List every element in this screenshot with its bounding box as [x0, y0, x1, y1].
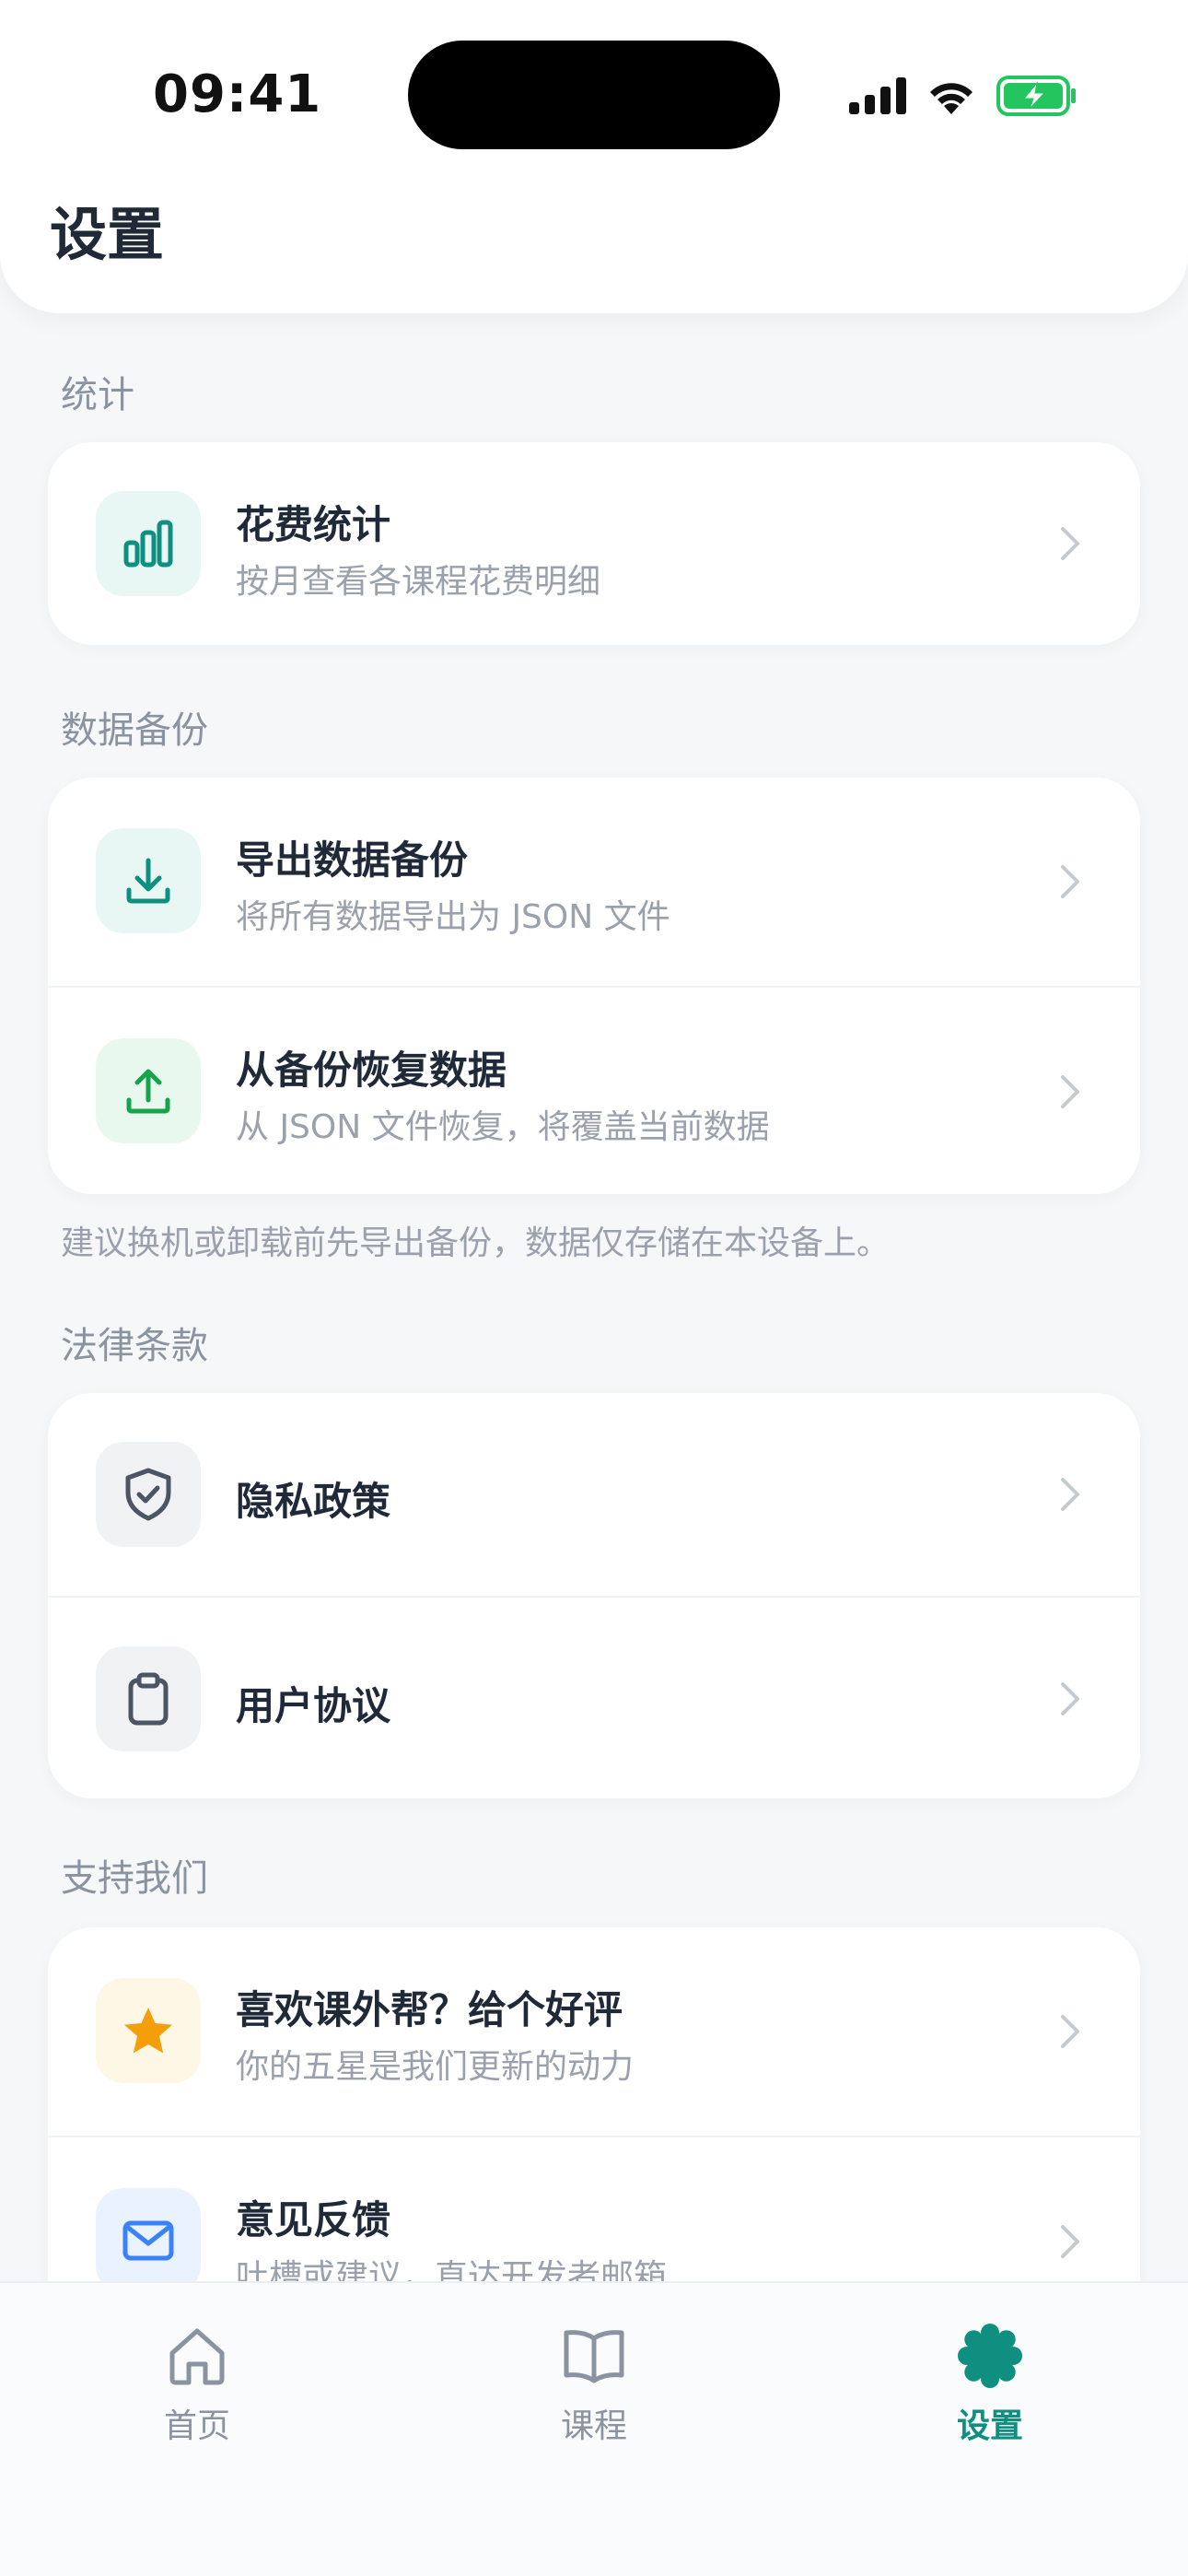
page-title: 设置	[50, 201, 165, 268]
row-title: 用户协议	[236, 1683, 391, 1728]
chevron-right-icon	[1061, 2015, 1079, 2048]
shield-check-icon	[96, 1442, 201, 1547]
tab-bar: 首页 课程 设置	[0, 2281, 1188, 2576]
clipboard-icon	[96, 1646, 201, 1751]
row-spending-stats[interactable]: 花费统计 按月查看各课程花费明细	[48, 442, 1140, 645]
row-feedback[interactable]: 意见反馈 吐槽或建议，直达开发者邮箱	[48, 2136, 1140, 2281]
tab-home[interactable]: 首页	[105, 2324, 289, 2447]
tab-label: 首页	[163, 2407, 230, 2445]
tab-settings[interactable]: 设置	[898, 2324, 1082, 2447]
tab-courses[interactable]: 课程	[502, 2324, 686, 2447]
dynamic-island	[408, 41, 780, 149]
row-subtitle: 你的五星是我们更新的动力	[236, 2048, 635, 2086]
upload-icon	[96, 1038, 201, 1143]
row-restore-backup[interactable]: 从备份恢复数据 从 JSON 文件恢复，将覆盖当前数据	[48, 986, 1140, 1194]
section-label-legal: 法律条款	[61, 1325, 208, 1367]
chevron-right-icon	[1061, 1075, 1079, 1108]
row-title: 从备份恢复数据	[236, 1048, 507, 1093]
status-time: 09:41	[153, 64, 322, 124]
row-subtitle: 按月查看各课程花费明细	[236, 563, 601, 601]
settings-icon	[958, 2324, 1022, 2388]
card-legal: 隐私政策 用户协议	[48, 1393, 1140, 1798]
section-label-support: 支持我们	[61, 1857, 208, 1900]
row-user-agreement[interactable]: 用户协议	[48, 1596, 1140, 1798]
tab-label: 设置	[956, 2407, 1023, 2445]
status-icons	[849, 72, 1077, 120]
mail-icon	[96, 2188, 201, 2281]
row-subtitle: 将所有数据导出为 JSON 文件	[236, 898, 670, 936]
battery-icon	[996, 76, 1076, 116]
section-label-backup: 数据备份	[61, 709, 208, 752]
home-icon	[169, 2328, 225, 2385]
download-icon	[96, 828, 201, 933]
cellular-signal-icon	[849, 77, 906, 114]
chevron-right-icon	[1061, 1478, 1079, 1511]
row-subtitle: 从 JSON 文件恢复，将覆盖当前数据	[236, 1108, 770, 1146]
row-export-backup[interactable]: 导出数据备份 将所有数据导出为 JSON 文件	[48, 778, 1140, 986]
chevron-right-icon	[1061, 2225, 1079, 2258]
settings-content[interactable]: 统计 花费统计 按月查看各课程花费明细 数据备份 导出数据备份 将所有数据导出为…	[0, 313, 1188, 2281]
backup-note: 建议换机或卸载前先导出备份，数据仅存储在本设备上。	[61, 1224, 891, 1262]
star-icon	[96, 1978, 201, 2083]
row-title: 喜欢课外帮？给个好评	[236, 1987, 623, 2032]
bar-chart-icon	[96, 491, 201, 596]
row-title: 意见反馈	[236, 2197, 391, 2242]
tab-label: 课程	[560, 2407, 627, 2445]
header: 09:41 设置	[0, 0, 1188, 313]
chevron-right-icon	[1061, 1682, 1079, 1715]
card-stats: 花费统计 按月查看各课程花费明细	[48, 442, 1140, 645]
chevron-right-icon	[1061, 865, 1079, 898]
row-title: 导出数据备份	[236, 837, 469, 883]
card-support: 喜欢课外帮？给个好评 你的五星是我们更新的动力 意见反馈 吐槽或建议，直达开发者…	[48, 1927, 1140, 2281]
card-backup: 导出数据备份 将所有数据导出为 JSON 文件 从备份恢复数据 从 JSON 文…	[48, 778, 1140, 1194]
wifi-icon	[930, 83, 973, 114]
row-subtitle: 吐槽或建议，直达开发者邮箱	[236, 2258, 668, 2281]
row-privacy-policy[interactable]: 隐私政策	[48, 1393, 1140, 1596]
row-title: 花费统计	[236, 502, 391, 547]
row-rate-app[interactable]: 喜欢课外帮？给个好评 你的五星是我们更新的动力	[48, 1927, 1140, 2136]
chevron-right-icon	[1061, 527, 1079, 560]
section-label-stats: 统计	[61, 374, 134, 416]
book-icon	[564, 2330, 624, 2383]
row-title: 隐私政策	[236, 1479, 391, 1524]
